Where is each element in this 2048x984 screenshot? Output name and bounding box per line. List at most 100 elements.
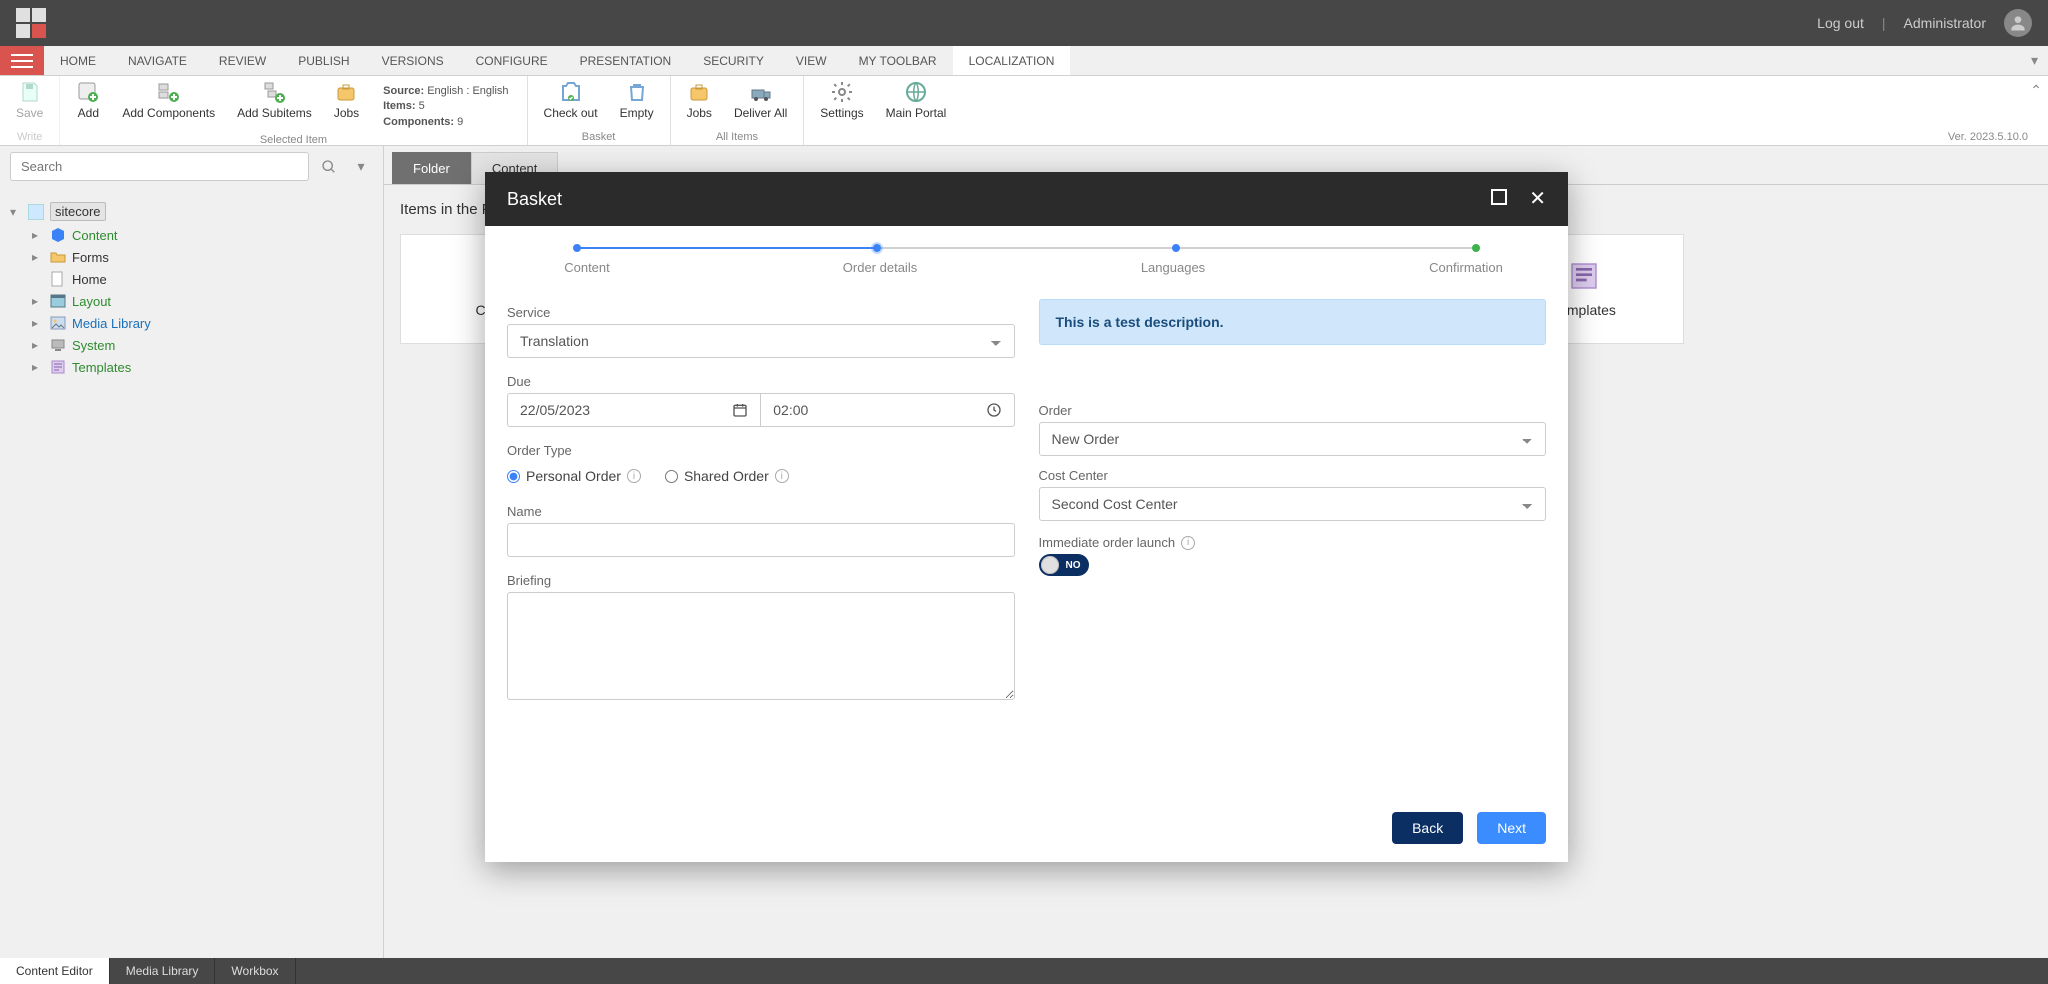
tab-versions[interactable]: VERSIONS [366,46,460,75]
radio-personal-order[interactable]: Personal Order i [507,468,641,484]
tree-item-home[interactable]: ▸Home [32,268,373,290]
tab-presentation[interactable]: PRESENTATION [564,46,688,75]
tab-navigate[interactable]: NAVIGATE [112,46,203,75]
deliver-all-button[interactable]: Deliver All [726,80,795,120]
search-icon[interactable] [315,153,343,181]
bottom-tab-media-library[interactable]: Media Library [110,958,216,984]
logout-link[interactable]: Log out [1817,15,1864,31]
top-bar: Log out | Administrator [0,0,2048,46]
tree-item-content[interactable]: ▸Content [32,224,373,246]
system-icon [50,337,66,353]
main-portal-button[interactable]: Main Portal [878,80,955,120]
info-icon[interactable]: i [1181,536,1195,550]
bottom-tab-workbox[interactable]: Workbox [215,958,295,984]
topbar-right: Log out | Administrator [1817,9,2032,37]
name-label: Name [507,504,1015,519]
add-button[interactable]: Add [68,80,108,120]
immediate-launch-toggle[interactable]: NO [1039,554,1089,576]
name-input[interactable] [507,523,1015,557]
tree-caret-icon[interactable]: ▸ [32,360,44,374]
stepper-labels: Content Order details Languages Confirma… [547,260,1506,275]
due-date-input[interactable]: 22/05/2023 [507,393,760,427]
user-avatar-icon[interactable] [2004,9,2032,37]
checkout-label: Check out [544,106,598,120]
due-time-input[interactable]: 02:00 [760,393,1014,427]
add-components-button[interactable]: Add Components [114,80,223,120]
tree-caret-icon[interactable]: ▸ [32,250,44,264]
ribbon-collapse-caret-icon[interactable]: ▾ [2021,46,2048,75]
maximize-icon[interactable] [1491,189,1507,209]
tab-view[interactable]: VIEW [780,46,843,75]
tree-caret-icon[interactable]: ▸ [32,294,44,308]
service-select[interactable]: Translation [507,324,1015,358]
tree-item-label: System [72,338,115,353]
tree-item-media[interactable]: ▸Media Library [32,312,373,334]
tab-localization[interactable]: LOCALIZATION [953,46,1071,75]
tree-item-label: Templates [72,360,131,375]
all-jobs-icon [687,80,711,104]
tree-caret-icon[interactable]: ▾ [10,205,22,219]
tree-item-system[interactable]: ▸ System [32,334,373,356]
close-icon[interactable]: ✕ [1529,189,1546,209]
image-icon [50,315,66,331]
next-button[interactable]: Next [1477,812,1546,844]
globe-icon [904,80,928,104]
toggle-state-label: NO [1066,560,1081,571]
tree-item-label: Forms [72,250,109,265]
due-time-value: 02:00 [773,402,808,418]
empty-button[interactable]: Empty [612,80,662,120]
tree-item-layout[interactable]: ▸Layout [32,290,373,312]
clock-icon[interactable] [986,402,1002,418]
calendar-icon[interactable] [732,402,748,418]
divider: | [1882,15,1886,31]
checkout-button[interactable]: Check out [536,80,606,120]
due-label: Due [507,374,1015,389]
back-button[interactable]: Back [1392,812,1463,844]
tab-security[interactable]: SECURITY [687,46,780,75]
add-subitems-icon [262,80,286,104]
bottom-tab-content-editor[interactable]: Content Editor [0,958,110,984]
tree-caret-icon[interactable]: ▸ [32,338,44,352]
cube-icon [50,227,66,243]
search-dropdown-caret-icon[interactable]: ▾ [349,158,373,175]
save-button[interactable]: Save [8,80,51,120]
add-components-icon [157,80,181,104]
tree-caret-icon[interactable]: ▸ [32,228,44,242]
group-title-selected: Selected Item [68,134,518,146]
tab-publish[interactable]: PUBLISH [282,46,365,75]
selected-jobs-button[interactable]: Jobs [326,80,367,120]
cost-center-select[interactable]: Second Cost Center [1039,487,1547,521]
tree-item-forms[interactable]: ▸ Forms [32,246,373,268]
settings-button[interactable]: Settings [812,80,871,120]
ribbon-group-basket: Check out Empty Basket [528,76,671,145]
tab-home[interactable]: HOME [44,46,112,75]
tab-mytoolbar[interactable]: MY TOOLBAR [843,46,953,75]
tree-root[interactable]: ▾ sitecore [10,199,373,224]
form-left-column: Service Translation Due 22/05/2023 02:00… [507,299,1015,700]
step-label-content: Content [547,260,627,275]
basket-dialog: Basket ✕ Content Order details Languages… [485,172,1568,862]
briefing-textarea[interactable] [507,592,1015,700]
templates-icon [1568,260,1600,292]
tab-configure[interactable]: CONFIGURE [460,46,564,75]
ribbon-group-last: Settings Main Portal [804,76,962,145]
settings-icon [830,80,854,104]
folder-icon [50,249,66,265]
add-subitems-button[interactable]: Add Subitems [229,80,320,120]
tree-caret-icon[interactable]: ▸ [32,316,44,330]
order-label: Order [1039,403,1547,418]
hamburger-menu-icon[interactable] [0,46,44,75]
order-select[interactable]: New Order [1039,422,1547,456]
tree-item-templates[interactable]: ▸ Templates [32,356,373,378]
info-icon[interactable]: i [627,469,641,483]
ribbon-caret-icon[interactable]: ⌃ [2030,82,2042,99]
radio-shared-order[interactable]: Shared Order i [665,468,789,484]
all-jobs-button[interactable]: Jobs [679,80,720,120]
subtab-folder[interactable]: Folder [392,152,471,184]
info-icon[interactable]: i [775,469,789,483]
version-label: Ver. 2023.5.10.0 [1948,131,2028,143]
tree-root-label: sitecore [50,202,106,221]
search-input[interactable] [10,152,309,181]
tab-review[interactable]: REVIEW [203,46,282,75]
page-icon [50,271,66,287]
